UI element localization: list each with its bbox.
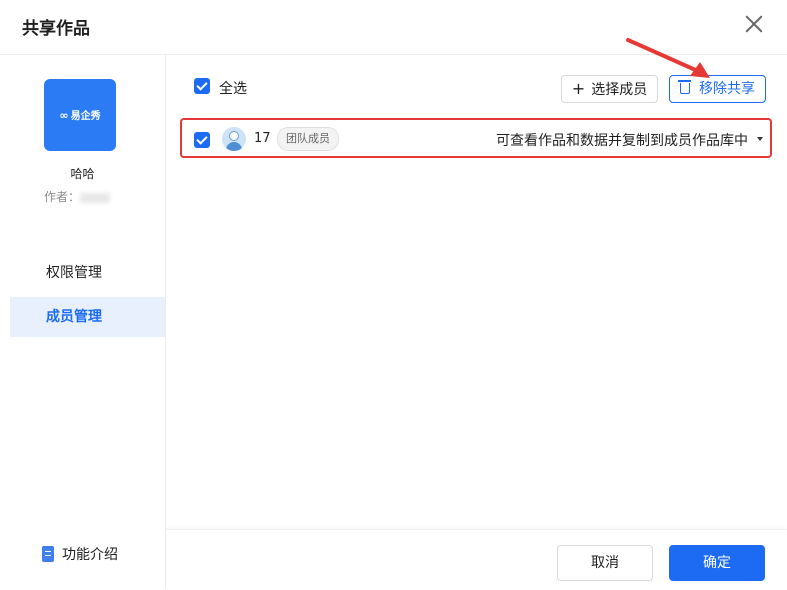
author-name-redacted bbox=[80, 192, 111, 203]
dialog-footer: 取消 确定 bbox=[166, 529, 787, 590]
author-line: 作者： bbox=[44, 188, 111, 205]
sidebar-item-permission[interactable]: 权限管理 bbox=[10, 253, 165, 293]
member-role-badge: 团队成员 bbox=[277, 127, 339, 151]
trash-icon bbox=[678, 80, 691, 94]
avatar-icon bbox=[222, 127, 246, 151]
dialog-title: 共享作品 bbox=[22, 19, 90, 39]
brand-logo-text: 易企秀 bbox=[70, 111, 101, 122]
member-name: 17 bbox=[254, 131, 271, 146]
select-all-label[interactable]: 全选 bbox=[219, 78, 247, 98]
member-checkbox[interactable] bbox=[194, 132, 210, 148]
doc-icon bbox=[42, 546, 54, 562]
member-management-panel: 全选 + 选择成员 移除共享 17 团队成员 可查看作品和数据并复制到成员作品库中 bbox=[166, 55, 787, 529]
sidebar: ∞ 易企秀 哈哈 作者： 权限管理 成员管理 功能介绍 bbox=[0, 55, 166, 589]
feature-intro-link[interactable]: 功能介绍 bbox=[42, 544, 118, 564]
remove-share-button[interactable]: 移除共享 bbox=[669, 75, 766, 103]
select-members-label: 选择成员 bbox=[591, 82, 648, 98]
select-members-button[interactable]: + 选择成员 bbox=[561, 75, 658, 103]
sidebar-item-members[interactable]: 成员管理 bbox=[10, 297, 165, 337]
remove-share-label: 移除共享 bbox=[699, 81, 755, 97]
close-icon[interactable] bbox=[743, 13, 765, 35]
work-cover: ∞ 易企秀 bbox=[44, 79, 116, 151]
brand-logo: ∞ 易企秀 bbox=[44, 107, 116, 122]
select-all-checkbox[interactable] bbox=[194, 78, 210, 94]
cancel-button[interactable]: 取消 bbox=[557, 545, 653, 581]
infinity-logo-icon: ∞ bbox=[59, 109, 69, 122]
dialog-header: 共享作品 bbox=[0, 0, 787, 55]
feature-intro-label: 功能介绍 bbox=[62, 547, 118, 563]
work-name: 哈哈 bbox=[70, 167, 95, 181]
author-label: 作者： bbox=[44, 190, 81, 204]
caret-down-icon[interactable] bbox=[757, 137, 763, 141]
member-row: 17 团队成员 可查看作品和数据并复制到成员作品库中 bbox=[180, 118, 772, 158]
confirm-button[interactable]: 确定 bbox=[669, 545, 765, 581]
permission-dropdown[interactable]: 可查看作品和数据并复制到成员作品库中 bbox=[496, 130, 748, 150]
share-work-dialog: 共享作品 ∞ 易企秀 哈哈 作者： 权限管理 成员管理 功能介绍 全选 + 选择成员… bbox=[0, 0, 787, 589]
plus-icon: + bbox=[571, 79, 586, 98]
